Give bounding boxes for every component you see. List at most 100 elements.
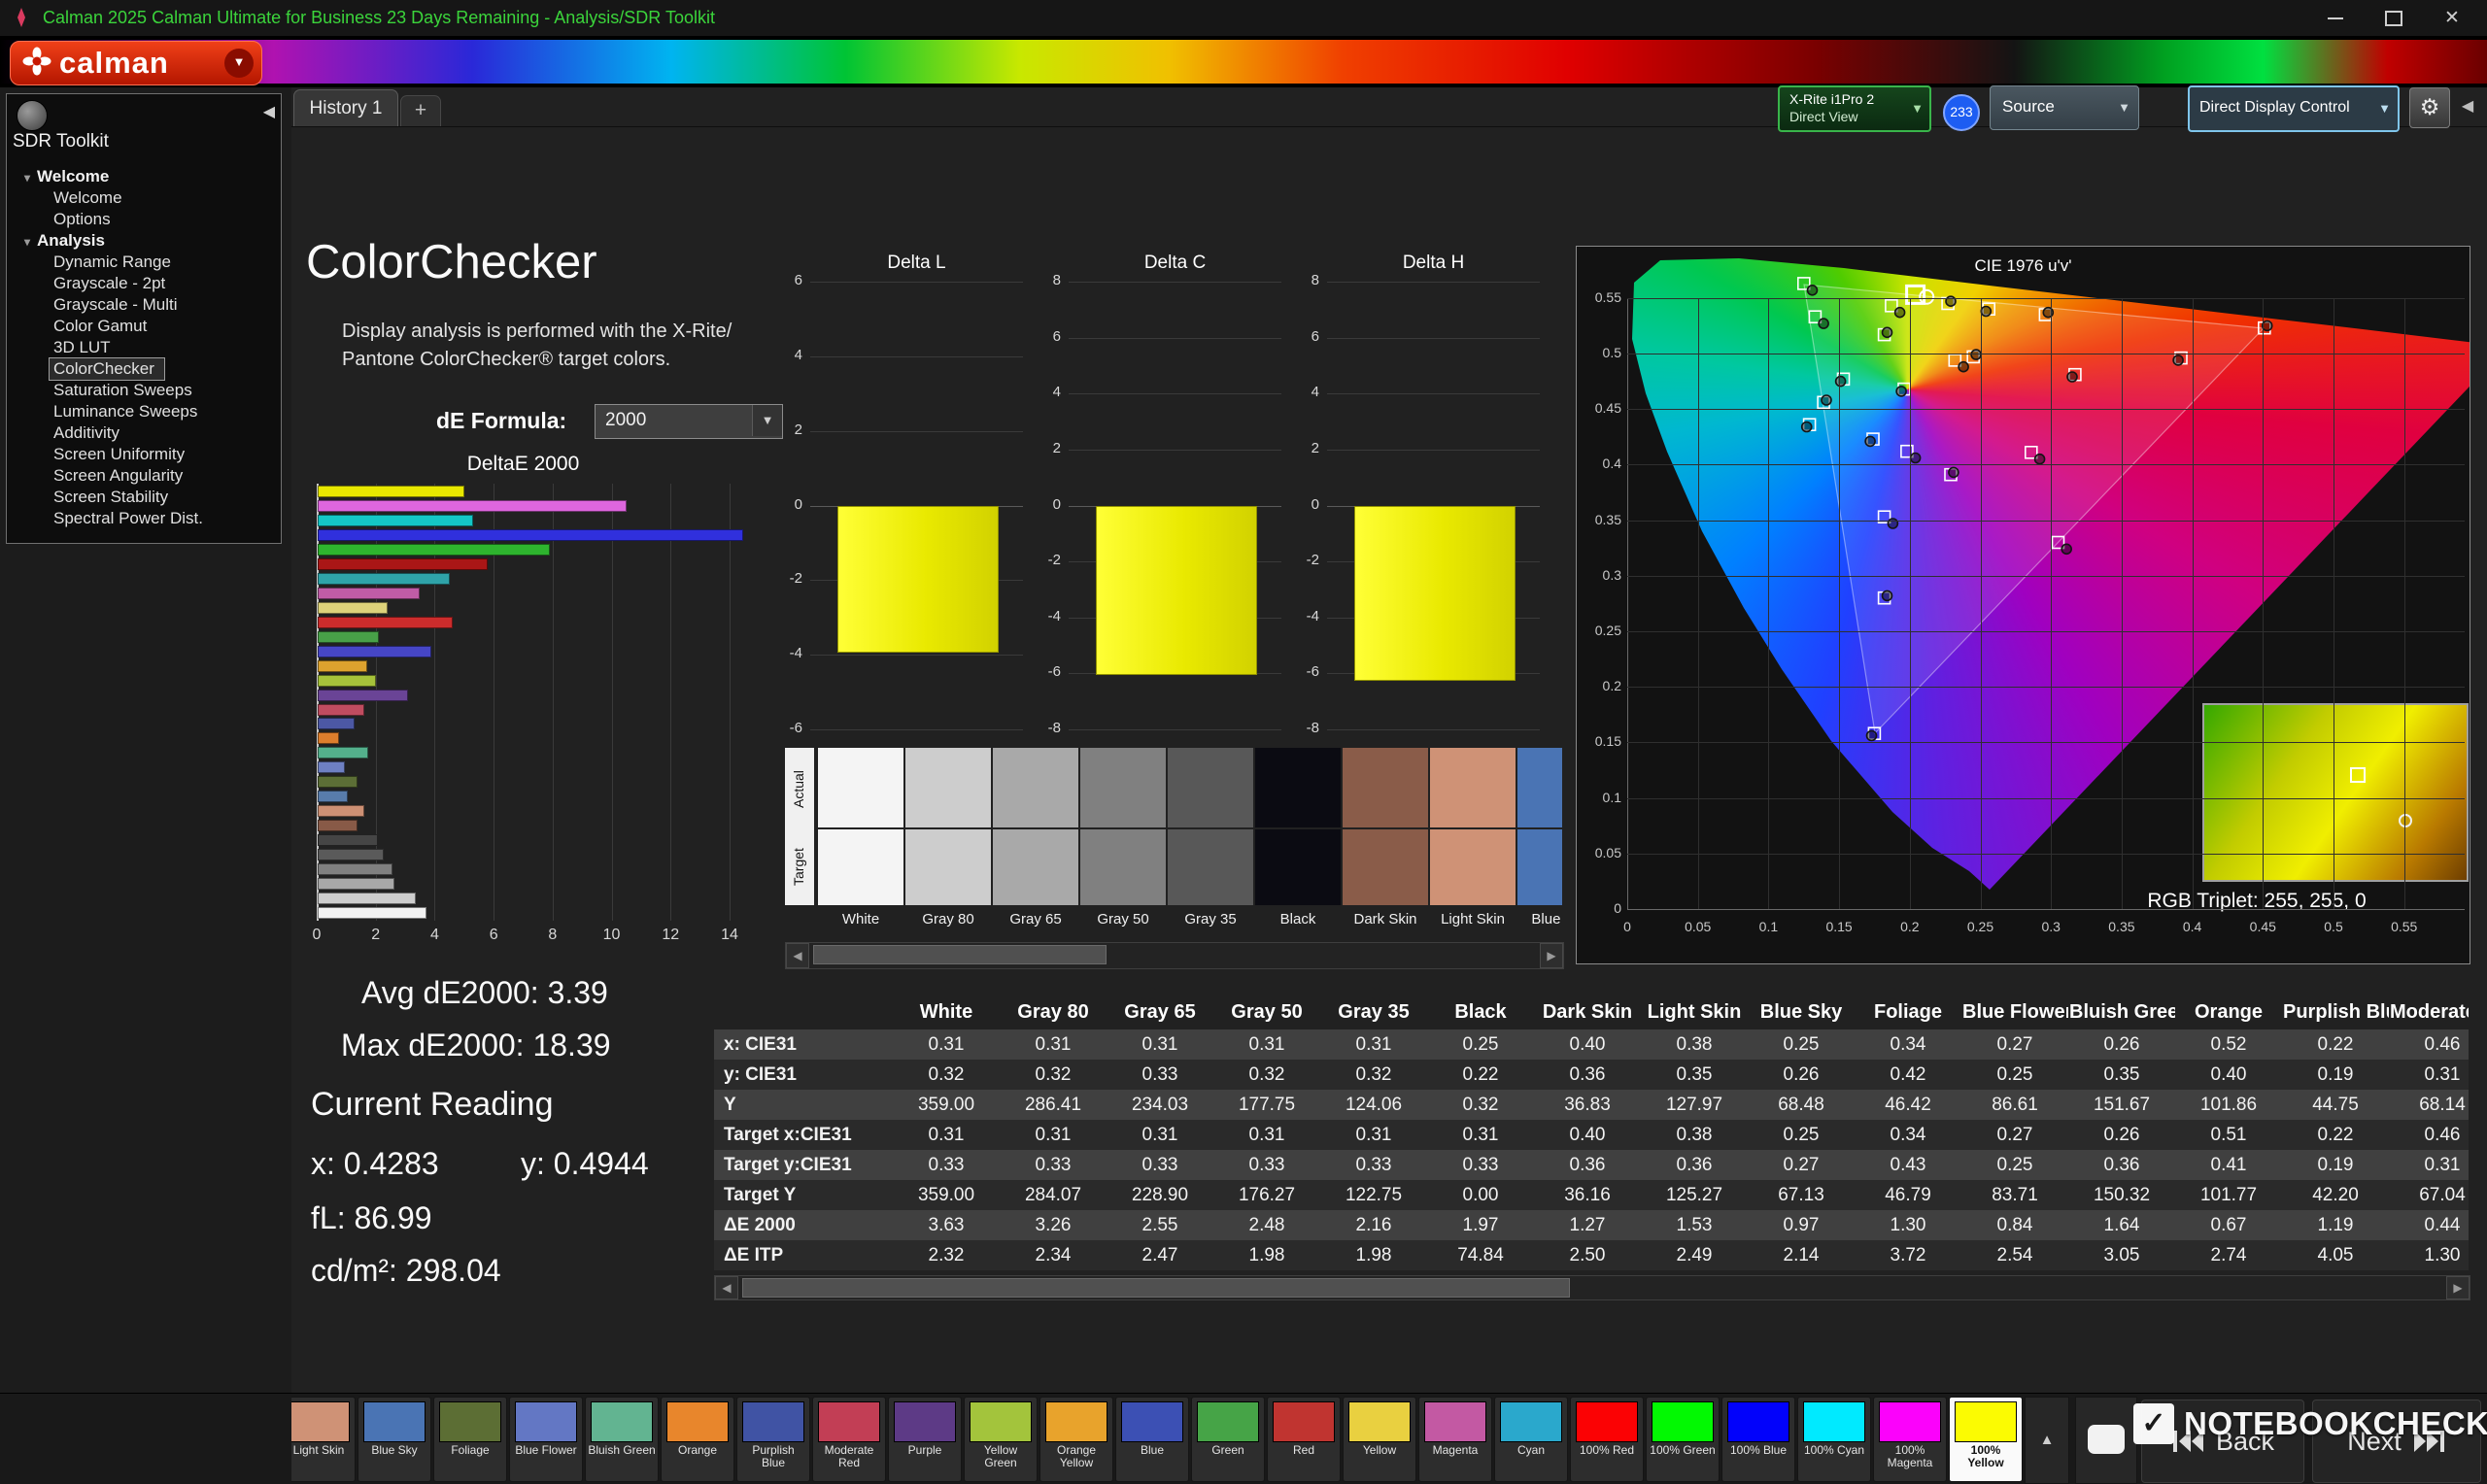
patch-button-100-blue[interactable]: 100% Blue bbox=[1721, 1397, 1795, 1482]
patch-label: Purple bbox=[889, 1444, 961, 1457]
table-row-y: Y359.00286.41234.03177.75124.060.3236.83… bbox=[714, 1090, 2469, 1120]
chevron-down-icon: ▼ bbox=[2118, 100, 2130, 115]
swatch-scrollbar[interactable]: ◀ ▶ bbox=[785, 942, 1564, 969]
meter-selector[interactable]: X-Rite i1Pro 2 Direct View ▼ bbox=[1778, 85, 1931, 132]
patch-button-foliage[interactable]: Foliage bbox=[433, 1397, 507, 1482]
table-cell: 359.00 bbox=[893, 1180, 1000, 1210]
de-formula-value: 2000 bbox=[605, 410, 646, 431]
sidebar-item-screen-angularity[interactable]: Screen Angularity bbox=[7, 465, 281, 487]
avg-de2000: Avg dE2000: 3.39 bbox=[361, 975, 608, 1011]
scroll-right-icon[interactable]: ▶ bbox=[1540, 943, 1563, 968]
table-scrollbar[interactable]: ◀ ▶ bbox=[714, 1275, 2470, 1300]
row-label: ΔE 2000 bbox=[714, 1210, 893, 1240]
patch-button-green[interactable]: Green bbox=[1191, 1397, 1265, 1482]
table-cell: 2.48 bbox=[1213, 1210, 1320, 1240]
patch-label: Green bbox=[1192, 1444, 1264, 1457]
cie-hgridline bbox=[1627, 576, 2465, 577]
sidebar-section-welcome[interactable]: ▾Welcome bbox=[7, 166, 281, 187]
patch-button-orange[interactable]: Orange bbox=[661, 1397, 734, 1482]
sidebar-item-color-gamut[interactable]: Color Gamut bbox=[7, 316, 281, 337]
delta-c-axis-tick: 0 bbox=[1018, 496, 1061, 513]
sidebar-item-options[interactable]: Options bbox=[7, 209, 281, 230]
patch-swatch bbox=[1121, 1401, 1183, 1442]
patch-button-magenta[interactable]: Magenta bbox=[1418, 1397, 1492, 1482]
table-cell: 1.98 bbox=[1320, 1240, 1427, 1270]
minimize-button[interactable] bbox=[2312, 0, 2359, 36]
de-formula-dropdown[interactable]: 2000 ▼ bbox=[595, 404, 783, 439]
deltae-bar-moderate-red bbox=[318, 704, 364, 716]
deltae-bar-100-red bbox=[318, 558, 488, 570]
patch-button-blue[interactable]: Blue bbox=[1115, 1397, 1189, 1482]
rainbow-gradient-bar bbox=[0, 40, 2487, 84]
close-button[interactable]: ✕ bbox=[2429, 0, 2475, 36]
scroll-thumb[interactable] bbox=[742, 1278, 1570, 1298]
patch-button-100-red[interactable]: 100% Red bbox=[1570, 1397, 1644, 1482]
tab-history-1[interactable]: History 1 bbox=[293, 89, 398, 127]
current-cdm2: cd/m²: 298.04 bbox=[311, 1253, 501, 1289]
scroll-left-icon[interactable]: ◀ bbox=[786, 943, 809, 968]
sidebar-item-3d-lut[interactable]: 3D LUT bbox=[7, 337, 281, 358]
patch-button-100-magenta[interactable]: 100% Magenta bbox=[1873, 1397, 1947, 1482]
measured-point-blue-sky bbox=[1865, 436, 1875, 446]
table-row-e-itp: ΔE ITP2.322.342.471.981.9874.842.502.492… bbox=[714, 1240, 2469, 1270]
source-selector[interactable]: Source ▼ bbox=[1990, 85, 2139, 130]
measured-point-blue bbox=[1883, 590, 1892, 600]
sidebar-item-grayscale-multi[interactable]: Grayscale - Multi bbox=[7, 294, 281, 316]
meter-mode: Direct View bbox=[1789, 109, 1858, 124]
panel-collapse-icon[interactable]: ◀ bbox=[2454, 87, 2481, 126]
maximize-button[interactable] bbox=[2370, 0, 2417, 36]
cie-y-tick: 0.5 bbox=[1579, 345, 1621, 360]
display-control-selector[interactable]: Direct Display Control ▼ bbox=[2188, 85, 2400, 132]
delta-c-axis-tick: -8 bbox=[1018, 720, 1061, 736]
scroll-left-icon[interactable]: ◀ bbox=[715, 1276, 738, 1299]
patch-button-moderate-red[interactable]: Moderate Red bbox=[812, 1397, 886, 1482]
patch-button-yellow[interactable]: Yellow bbox=[1343, 1397, 1416, 1482]
patch-button-red[interactable]: Red bbox=[1267, 1397, 1341, 1482]
sidebar-item-additivity[interactable]: Additivity bbox=[7, 422, 281, 444]
patch-button-cyan[interactable]: Cyan bbox=[1494, 1397, 1568, 1482]
logo-menu-button[interactable]: ▼ bbox=[224, 49, 254, 78]
table-cell: 36.16 bbox=[1534, 1180, 1641, 1210]
sidebar-item-welcome[interactable]: Welcome bbox=[7, 187, 281, 209]
patch-button-purple[interactable]: Purple bbox=[888, 1397, 962, 1482]
patch-button-bluish-green[interactable]: Bluish Green bbox=[585, 1397, 659, 1482]
patch-button-purplish-blue[interactable]: Purplish Blue bbox=[736, 1397, 810, 1482]
sidebar-item-dynamic-range[interactable]: Dynamic Range bbox=[7, 252, 281, 273]
table-cell: 68.14 bbox=[2389, 1090, 2469, 1120]
deltae-bar-gray-65 bbox=[318, 878, 394, 890]
sidebar-item-screen-uniformity[interactable]: Screen Uniformity bbox=[7, 444, 281, 465]
sidebar-collapse-icon[interactable]: ◀ bbox=[263, 102, 275, 121]
scroll-up-button[interactable]: ▲ bbox=[2025, 1397, 2069, 1484]
patch-label: Foliage bbox=[434, 1444, 506, 1457]
patch-button-blue-sky[interactable]: Blue Sky bbox=[358, 1397, 431, 1482]
scroll-thumb[interactable] bbox=[813, 945, 1107, 964]
calman-logo[interactable]: calman ▼ bbox=[10, 41, 262, 85]
sidebar-item-colorchecker[interactable]: ColorChecker bbox=[50, 358, 164, 380]
gear-icon[interactable]: ⚙ bbox=[2409, 87, 2450, 128]
delta-l-axis-tick: 0 bbox=[760, 496, 802, 513]
cie-hgridline bbox=[1627, 409, 2465, 410]
scroll-right-icon[interactable]: ▶ bbox=[2446, 1276, 2470, 1299]
pattern-window-button[interactable] bbox=[2075, 1397, 2137, 1484]
patch-button-orange-yellow[interactable]: Orange Yellow bbox=[1039, 1397, 1113, 1482]
deltae-bar-yellow-green bbox=[318, 675, 376, 687]
patch-button-yellow-green[interactable]: Yellow Green bbox=[964, 1397, 1038, 1482]
patch-button-light-skin[interactable]: Light Skin bbox=[291, 1397, 356, 1482]
sidebar-item-luminance-sweeps[interactable]: Luminance Sweeps bbox=[7, 401, 281, 422]
nav-menu-button[interactable] bbox=[17, 100, 48, 131]
sidebar-item-grayscale-2pt[interactable]: Grayscale - 2pt bbox=[7, 273, 281, 294]
calman-app-window: Calman 2025 Calman Ultimate for Business… bbox=[0, 0, 2487, 1484]
sidebar-item-spectral-power-dist[interactable]: Spectral Power Dist. bbox=[7, 508, 281, 529]
patch-button-100-green[interactable]: 100% Green bbox=[1646, 1397, 1720, 1482]
sidebar-item-saturation-sweeps[interactable]: Saturation Sweeps bbox=[7, 380, 281, 401]
table-cell: 1.30 bbox=[2389, 1240, 2469, 1270]
table-cell: 0.32 bbox=[1213, 1060, 1320, 1090]
patch-button-100-cyan[interactable]: 100% Cyan bbox=[1797, 1397, 1871, 1482]
cie-y-tick: 0 bbox=[1579, 900, 1621, 916]
add-tab-button[interactable]: + bbox=[400, 95, 441, 127]
patch-label: Bluish Green bbox=[586, 1444, 658, 1457]
patch-button-blue-flower[interactable]: Blue Flower bbox=[509, 1397, 583, 1482]
sidebar-item-screen-stability[interactable]: Screen Stability bbox=[7, 487, 281, 508]
sidebar-section-analysis[interactable]: ▾Analysis bbox=[7, 230, 281, 252]
patch-button-100-yellow[interactable]: 100% Yellow bbox=[1949, 1397, 2023, 1482]
